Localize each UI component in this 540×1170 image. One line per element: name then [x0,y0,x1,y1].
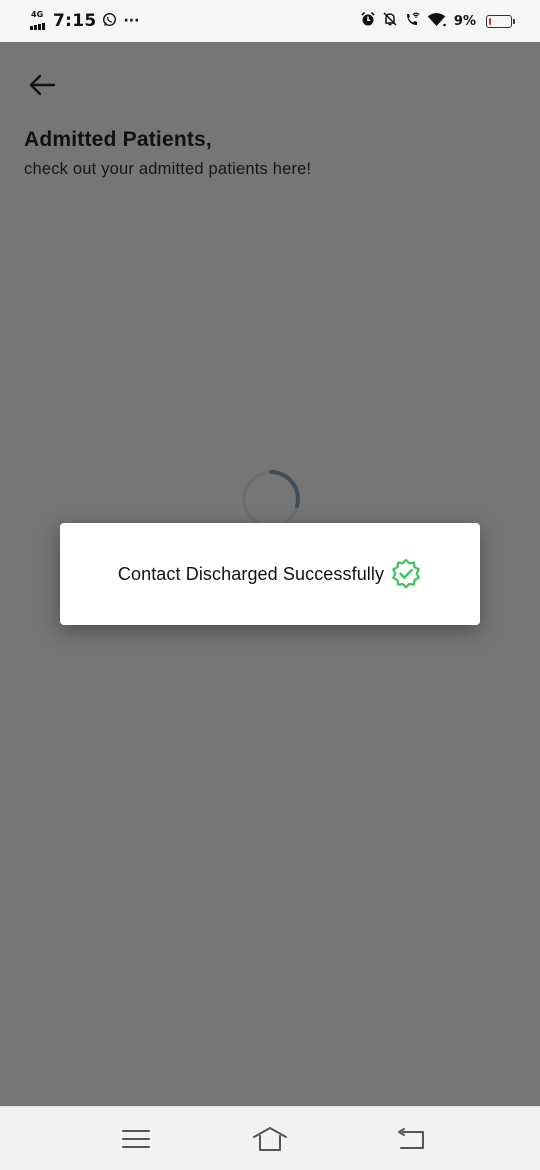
cellular-signal-icon: 4G [30,11,48,31]
home-button[interactable] [248,1121,292,1157]
verified-check-icon [390,558,422,590]
status-left: 4G 7:15 ··· [30,10,145,32]
recent-apps-button[interactable] [114,1121,158,1157]
menu-icon [122,1130,150,1148]
whatsapp-icon [102,12,117,31]
wifi-icon [427,12,446,31]
system-nav-bar [0,1106,540,1170]
back-icon [398,1128,424,1149]
network-type-label: 4G [31,10,44,19]
more-notifications-indicator: ··· [123,13,140,29]
mute-notification-icon [382,11,398,31]
system-back-button[interactable] [390,1121,434,1157]
battery-level-fill [489,17,491,25]
status-bar: 4G 7:15 ··· 9% [0,0,540,42]
status-right: 9% [360,10,515,32]
loading-spinner [242,470,300,528]
success-dialog: Contact Discharged Successfully [60,523,480,625]
status-time: 7:15 [53,11,97,31]
page-title: Admitted Patients, [24,128,212,151]
alarm-icon [360,11,376,31]
dialog-message: Contact Discharged Successfully [117,563,385,584]
battery-percent: 9% [453,13,476,29]
home-icon [253,1127,287,1151]
wifi-calling-icon [404,11,421,31]
back-button[interactable] [22,68,62,102]
page-subtitle: check out your admitted patients here! [24,160,312,178]
battery-icon [486,14,515,28]
arrow-left-icon [29,74,56,96]
